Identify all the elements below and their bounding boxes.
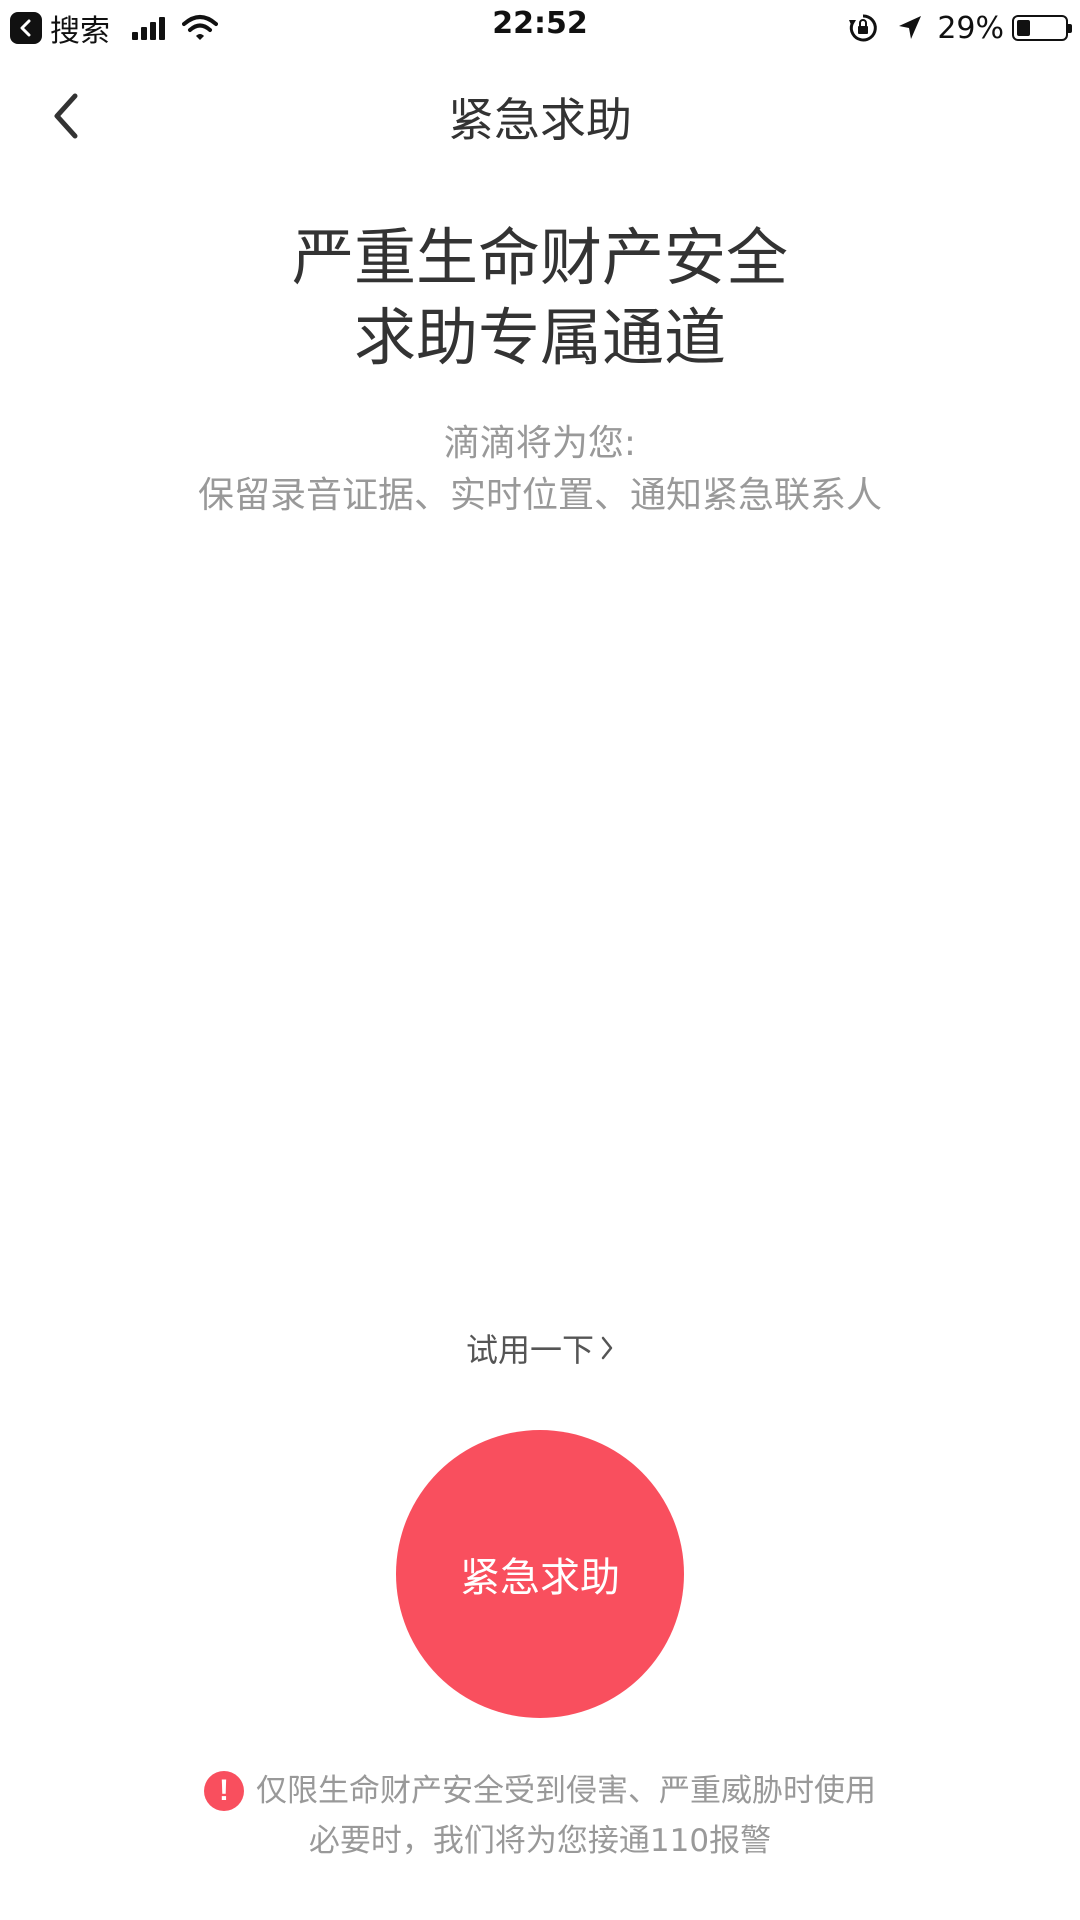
- warning-line-1-row: ! 仅限生命财产安全受到侵害、严重威胁时使用: [0, 1766, 1080, 1816]
- battery-icon: [1012, 15, 1072, 41]
- headline: 严重生命财产安全 求助专属通道: [0, 218, 1080, 378]
- emergency-help-button[interactable]: 紧急求助: [396, 1430, 684, 1718]
- try-it-link[interactable]: 试用一下: [0, 1325, 1080, 1371]
- battery-cap: [1068, 24, 1072, 33]
- usage-warning: ! 仅限生命财产安全受到侵害、严重威胁时使用 必要时，我们将为您接通110报警: [0, 1766, 1080, 1866]
- nav-bar: 紧急求助: [0, 60, 1080, 160]
- exclamation-icon: !: [204, 1771, 244, 1811]
- status-bar-right: 29%: [847, 8, 1072, 48]
- headline-line-2: 求助专属通道: [353, 301, 726, 374]
- orientation-lock-icon: [849, 14, 878, 42]
- emergency-help-label: 紧急求助: [460, 1555, 620, 1601]
- service-description-line-1: 滴滴将为您:: [443, 423, 637, 464]
- battery-fill: [1017, 20, 1030, 36]
- headline-line-1: 严重生命财产安全: [291, 221, 788, 294]
- battery-percent: 29%: [937, 10, 1004, 46]
- status-bar: 搜索 22:52 29%: [0, 0, 1080, 56]
- chevron-right-icon: [600, 1335, 614, 1361]
- warning-line-2: 必要时，我们将为您接通110报警: [308, 1823, 772, 1859]
- warning-line-1: 仅限生命财产安全受到侵害、严重威胁时使用: [256, 1773, 876, 1809]
- location-arrow-icon: [899, 16, 922, 39]
- page-title: 紧急求助: [448, 93, 632, 147]
- try-it-label: 试用一下: [465, 1331, 594, 1369]
- service-description: 滴滴将为您: 保留录音证据、实时位置、通知紧急联系人: [0, 418, 1080, 522]
- service-description-line-2: 保留录音证据、实时位置、通知紧急联系人: [197, 475, 882, 516]
